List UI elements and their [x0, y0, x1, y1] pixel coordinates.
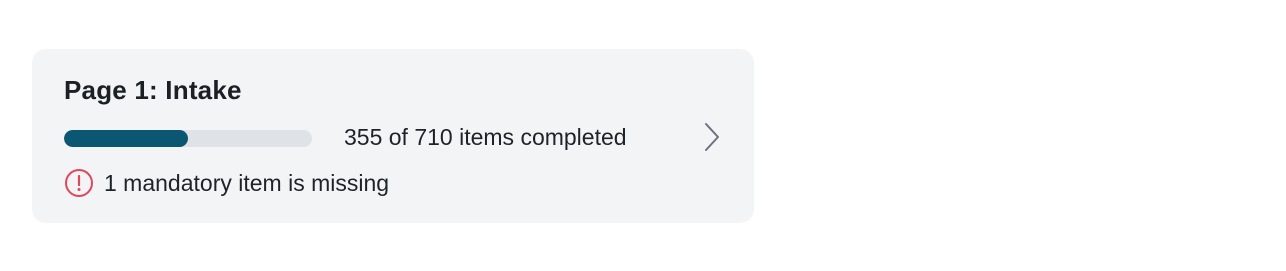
progress-bar-fill [64, 130, 188, 147]
progress-label: 355 of 710 items completed [344, 124, 627, 150]
warning-text: 1 mandatory item is missing [104, 169, 390, 196]
page-title: Page 1: Intake [64, 75, 242, 105]
missing-items-warning: 1 mandatory item is missing [64, 168, 389, 198]
page-card[interactable]: Page 1: Intake 355 of 710 items complete… [32, 49, 754, 223]
progress-bar [64, 130, 312, 147]
chevron-right-icon[interactable] [702, 121, 722, 153]
exclamation-circle-icon [65, 169, 93, 197]
